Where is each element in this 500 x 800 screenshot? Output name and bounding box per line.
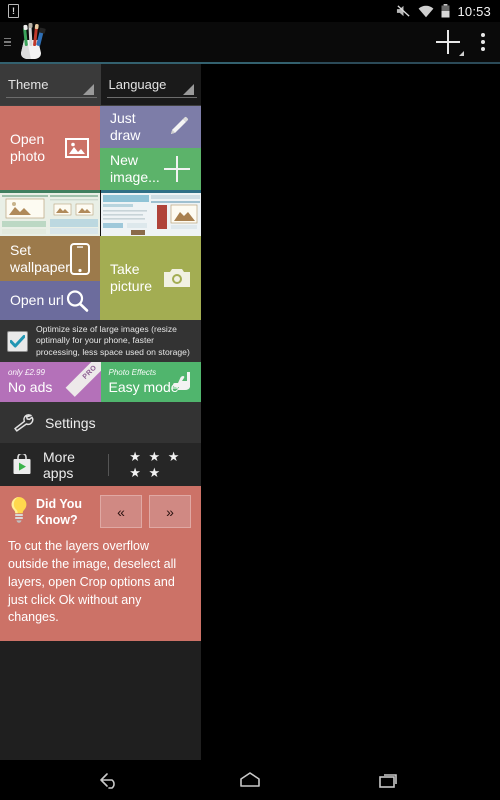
tip-card-nav: « » <box>100 495 191 528</box>
device-screen: ! 10:53 Theme Language Open photo Just d… <box>0 0 500 800</box>
tip-prev-button[interactable]: « <box>100 495 142 528</box>
language-spinner[interactable]: Language <box>100 64 201 106</box>
side-drawer-panel: Theme Language Open photo Just draw New … <box>0 64 201 760</box>
android-nav-bar <box>0 760 500 800</box>
lightbulb-icon <box>8 495 30 525</box>
more-apps-divider <box>107 453 109 476</box>
row-settings-label: Settings <box>45 414 96 431</box>
tip-card-body: To cut the layers overflow outside the i… <box>8 539 177 625</box>
tile-new-image[interactable]: New image... <box>100 148 201 190</box>
theme-spinner[interactable]: Theme <box>0 64 101 106</box>
plus-icon <box>163 155 191 183</box>
wrench-icon <box>12 413 34 433</box>
more-apps-rating[interactable]: ★ ★ ★ ★ ★ <box>129 449 189 481</box>
language-spinner-label: Language <box>108 77 167 92</box>
secondary-action-tiles: Set wallpaper Open url Take picture <box>0 236 201 320</box>
tile-open-url-label: Open url <box>10 292 64 309</box>
recent-image-2[interactable] <box>101 190 201 236</box>
tile-easy-mode[interactable]: Photo Effects Easy mode <box>100 362 201 402</box>
battery-icon <box>441 4 450 18</box>
theme-spinner-rule <box>6 97 97 98</box>
status-bar-clock: 10:53 <box>457 3 491 19</box>
dropdown-caret-icon <box>82 84 94 95</box>
back-icon[interactable] <box>90 760 130 800</box>
volume-mute-icon <box>396 4 411 18</box>
language-spinner-rule <box>106 97 197 98</box>
optimize-checkbox[interactable] <box>7 330 28 352</box>
image-icon <box>64 135 90 161</box>
overflow-menu-icon[interactable] <box>480 33 486 51</box>
primary-action-tiles: Open photo Just draw New image... <box>0 106 201 190</box>
tile-set-wallpaper-label: Set wallpaper <box>10 241 70 275</box>
tile-open-url[interactable]: Open url <box>0 281 100 320</box>
play-store-icon <box>12 454 32 475</box>
tile-just-draw[interactable]: Just draw <box>100 106 201 148</box>
status-bar-right: 10:53 <box>396 4 500 19</box>
promo-tiles: only £2.99 No ads PRO Photo Effects Easy… <box>0 362 201 402</box>
tile-take-picture-label: Take picture <box>110 261 153 294</box>
checkmark-icon <box>10 334 25 347</box>
row-more-apps[interactable]: More apps ★ ★ ★ ★ ★ <box>0 444 201 486</box>
recent-apps-icon[interactable] <box>370 760 410 800</box>
tile-open-photo[interactable]: Open photo <box>0 106 100 190</box>
tip-card-title: Did You Know? <box>36 497 83 527</box>
theme-spinner-label: Theme <box>8 77 49 92</box>
add-with-dropdown-icon[interactable] <box>434 28 464 56</box>
tip-card: Did You Know? « » To cut the layers over… <box>0 486 201 641</box>
tile-no-ads[interactable]: only £2.99 No ads PRO <box>0 362 101 402</box>
status-bar-left: ! <box>0 4 19 18</box>
spinner-row: Theme Language <box>0 64 201 106</box>
status-bar: ! 10:53 <box>0 0 500 22</box>
wifi-icon <box>418 5 434 18</box>
tile-take-picture[interactable]: Take picture <box>100 236 201 320</box>
home-icon[interactable] <box>230 760 270 800</box>
tip-next-button[interactable]: » <box>149 495 191 528</box>
tile-open-photo-label: Open photo <box>10 131 46 164</box>
navigate-up-icon[interactable] <box>0 37 12 47</box>
tile-column-right: Just draw New image... <box>100 106 201 190</box>
recent-image-1[interactable] <box>0 190 101 236</box>
tile-set-wallpaper[interactable]: Set wallpaper <box>0 236 100 281</box>
tile-new-image-label: New image... <box>110 152 160 185</box>
dropdown-caret-icon <box>183 84 194 95</box>
optimize-images-row[interactable]: Optimize size of large images (resize op… <box>0 320 201 362</box>
alert-badge-icon: ! <box>8 4 19 18</box>
phone-icon <box>70 242 90 275</box>
row-more-apps-label: More apps <box>43 448 75 481</box>
magnifier-icon <box>64 288 90 314</box>
recent-files-strip <box>0 190 201 236</box>
row-settings[interactable]: Settings <box>0 402 201 444</box>
action-bar <box>0 22 500 62</box>
tile-column-left: Set wallpaper Open url <box>0 236 100 320</box>
action-bar-actions <box>434 28 500 56</box>
camera-icon <box>163 267 191 289</box>
hand-pointer-icon <box>171 370 195 394</box>
pencil-icon <box>167 115 191 139</box>
optimize-images-text: Optimize size of large images (resize op… <box>36 323 190 357</box>
tip-card-header: Did You Know? « » <box>8 495 191 528</box>
paint-brushes-logo[interactable] <box>12 22 56 62</box>
tile-just-draw-label: Just draw <box>110 110 141 143</box>
